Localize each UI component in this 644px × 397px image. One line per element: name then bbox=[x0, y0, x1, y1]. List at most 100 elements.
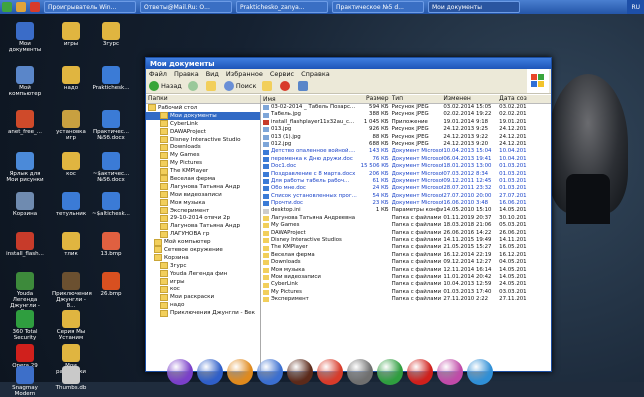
file-row[interactable]: DAWAProject Папка с файлами 26.06.2016 14:… bbox=[261, 230, 551, 237]
desktop-icon[interactable]: Мой компьютер bbox=[6, 66, 44, 97]
dock-app-icon[interactable] bbox=[257, 359, 283, 385]
tree-item[interactable]: Приключения Джунгли - Век bbox=[146, 309, 260, 317]
tree-item[interactable]: Веселая ферма bbox=[146, 175, 260, 183]
file-row[interactable]: 013.jpg 926 КБ Рисунок JPEG 24.12.2013 9:25… bbox=[261, 126, 551, 133]
file-row[interactable]: переменка к Дню дружи.doc 76 КБ Документ M… bbox=[261, 156, 551, 163]
desktop-icon[interactable]: Thumbs.db bbox=[52, 366, 90, 391]
file-row[interactable]: 03-02-2014 _ Табель Позарс... 594 КБ Рисун… bbox=[261, 104, 551, 111]
tree-item[interactable]: 3гурс bbox=[146, 262, 260, 270]
file-row[interactable]: The KMPlayer Папка с файлами 21.05.2015 15… bbox=[261, 244, 551, 251]
tree-item[interactable]: Мои видеозаписи bbox=[146, 191, 260, 199]
desktop-icon[interactable]: Приключения Джунгли - 8... bbox=[52, 272, 92, 309]
desktop-icon[interactable]: ~$altichesk... bbox=[92, 192, 130, 217]
file-row[interactable]: Табель.jpg 388 КБ Рисунок JPEG 02.02.2014 1… bbox=[261, 111, 551, 118]
file-row[interactable]: Обо мне.doc 24 КБ Документ Microsof... 28.0… bbox=[261, 185, 551, 192]
delete-button[interactable] bbox=[280, 81, 292, 91]
dock-app-icon[interactable] bbox=[377, 359, 403, 385]
file-row[interactable]: Поздравление с 8 марта.docx 206 КБ Докумен… bbox=[261, 171, 551, 178]
desktop-icon[interactable]: игры bbox=[52, 22, 90, 47]
taskbar-task[interactable]: Ответы@Mail.Ru: О... bbox=[140, 1, 232, 13]
file-row[interactable]: Эксперимент Папка с файлами 27.11.2010 2:2… bbox=[261, 296, 551, 303]
desktop-icon[interactable]: Практичес... №5б.docx bbox=[92, 110, 130, 141]
back-button[interactable]: Назад bbox=[149, 81, 182, 91]
desktop-icon[interactable]: Корзина bbox=[6, 192, 44, 217]
file-row[interactable]: Disney Interactive Studios Папка с файлам… bbox=[261, 237, 551, 244]
desktop-icon[interactable]: Ярлык для Мои рисунки bbox=[6, 152, 44, 183]
tree-item[interactable]: Рабочий стол bbox=[146, 104, 260, 112]
tree-item[interactable]: Мои документы bbox=[146, 111, 260, 120]
tree-item[interactable]: Лагунова Татьяна Андр bbox=[146, 183, 260, 191]
column-header[interactable]: Имя bbox=[261, 95, 361, 103]
file-row[interactable]: CyberLink Папка с файлами 10.04.2013 12:59… bbox=[261, 281, 551, 288]
language-indicator[interactable]: RU bbox=[631, 4, 640, 11]
file-row[interactable]: Прочти.doc 23 КБ Документ Microsof... 16.06… bbox=[261, 200, 551, 207]
tree-item[interactable]: Лагунова Татьяна Андр bbox=[146, 222, 260, 230]
desktop-icon[interactable]: Мои документы bbox=[6, 22, 44, 53]
desktop-icon[interactable]: ~$актичес... №5б.docx bbox=[92, 152, 130, 183]
file-row[interactable]: Моя музыка Папка с файлами 12.11.2014 16:1… bbox=[261, 267, 551, 274]
file-row[interactable]: My Games Папка с файлами 18.03.2018 21:06 0… bbox=[261, 222, 551, 229]
desktop-icon[interactable]: кос bbox=[52, 152, 90, 177]
dock-app-icon[interactable] bbox=[227, 359, 253, 385]
desktop-icon[interactable]: установка игр bbox=[52, 110, 90, 141]
dock-app-icon[interactable] bbox=[437, 359, 463, 385]
taskbar-task[interactable]: Мои документы bbox=[428, 1, 520, 13]
dock-app-icon[interactable] bbox=[467, 359, 493, 385]
tree-item[interactable]: Корзина bbox=[146, 254, 260, 262]
desktop-icon[interactable]: тлик bbox=[52, 232, 90, 257]
menu-item[interactable]: Справка bbox=[301, 70, 330, 78]
tree-item[interactable]: надо bbox=[146, 301, 260, 309]
file-row[interactable]: desktop.ini 1 КБ Параметры конфи... 14.05.2… bbox=[261, 207, 551, 214]
desktop-icon[interactable]: Серия Мы Устаним bbox=[52, 310, 90, 341]
dock-app-icon[interactable] bbox=[317, 359, 343, 385]
file-row[interactable]: Для работы табель рабоч... 61 КБ Документ … bbox=[261, 178, 551, 185]
column-header[interactable]: Размер bbox=[361, 95, 392, 103]
tree-item[interactable]: 29-10-2014 отвчи 2р bbox=[146, 214, 260, 222]
start-button[interactable] bbox=[2, 2, 12, 12]
menu-item[interactable]: Правка bbox=[174, 70, 199, 78]
desktop-icon[interactable]: 13.bmp bbox=[92, 232, 130, 257]
desktop-icon[interactable]: тетульник bbox=[52, 192, 90, 217]
tree-item[interactable]: игры bbox=[146, 278, 260, 286]
dock-app-icon[interactable] bbox=[287, 359, 313, 385]
desktop-icon[interactable]: Youda Легенда Джунгли - 8... bbox=[6, 272, 44, 315]
menu-item[interactable]: Сервис bbox=[270, 70, 294, 78]
file-row[interactable]: Список установленных прог... 54 КБ Докумен… bbox=[261, 193, 551, 200]
tree-item[interactable]: Эксперимент bbox=[146, 207, 260, 215]
quicklaunch-icon[interactable] bbox=[16, 2, 26, 12]
desktop-icon[interactable]: 3гурс bbox=[92, 22, 130, 47]
forward-button[interactable] bbox=[187, 81, 200, 91]
tree-item[interactable]: Downloads bbox=[146, 143, 260, 151]
dock-app-icon[interactable] bbox=[167, 359, 193, 385]
file-row[interactable]: 012.jpg 688 КБ Рисунок JPEG 24.12.2013 9:20… bbox=[261, 141, 551, 148]
tree-item[interactable]: Мой компьютер bbox=[146, 238, 260, 246]
column-header[interactable]: Тип bbox=[392, 95, 444, 103]
desktop-icon[interactable]: install_flash... bbox=[6, 232, 44, 257]
file-row[interactable]: Детство опаленное войной.... 143 КБ Докуме… bbox=[261, 148, 551, 155]
tree-item[interactable]: Моя музыка bbox=[146, 199, 260, 207]
file-row[interactable]: My Pictures Папка с файлами 01.03.2013 17:… bbox=[261, 289, 551, 296]
desktop-icon[interactable]: 26.bmp bbox=[92, 272, 130, 297]
file-row[interactable]: install_flashplayer11x32au_c... 1 045 КБ П… bbox=[261, 119, 551, 126]
taskbar-task[interactable]: Практическое №5 d... bbox=[332, 1, 424, 13]
window-titlebar[interactable]: Мои документы bbox=[146, 58, 551, 69]
search-button[interactable]: Поиск bbox=[223, 81, 256, 91]
up-folder-button[interactable] bbox=[205, 81, 218, 91]
desktop-icon[interactable]: 360 Total Security bbox=[6, 310, 44, 341]
tree-item[interactable]: Мои раскраски bbox=[146, 293, 260, 301]
dock-app-icon[interactable] bbox=[407, 359, 433, 385]
file-row[interactable]: Мои видеозаписи Папка с файлами 11.01.2014… bbox=[261, 274, 551, 281]
taskbar-task[interactable]: Проигрыватель Win... bbox=[44, 1, 136, 13]
column-header[interactable]: Изменен bbox=[443, 95, 499, 103]
menu-item[interactable]: Файл bbox=[149, 70, 167, 78]
file-row[interactable]: 013 (1).jpg 88 КБ Рисунок JPEG 24.12.2013 9… bbox=[261, 134, 551, 141]
dock-app-icon[interactable] bbox=[347, 359, 373, 385]
file-row[interactable]: Лагунова Татьяна Андреевна Папка с файлам… bbox=[261, 215, 551, 222]
tree-item[interactable]: кос bbox=[146, 285, 260, 293]
file-row[interactable]: Веселая ферма Папка с файлами 16.12.2014 2… bbox=[261, 252, 551, 259]
tree-item[interactable]: CyberLink bbox=[146, 120, 260, 128]
desktop-icon[interactable]: Praktichesk... bbox=[92, 66, 130, 91]
dock-app-icon[interactable] bbox=[197, 359, 223, 385]
tree-item[interactable]: The KMPlayer bbox=[146, 167, 260, 175]
tree-item[interactable]: Disney Interactive Studio bbox=[146, 136, 260, 144]
